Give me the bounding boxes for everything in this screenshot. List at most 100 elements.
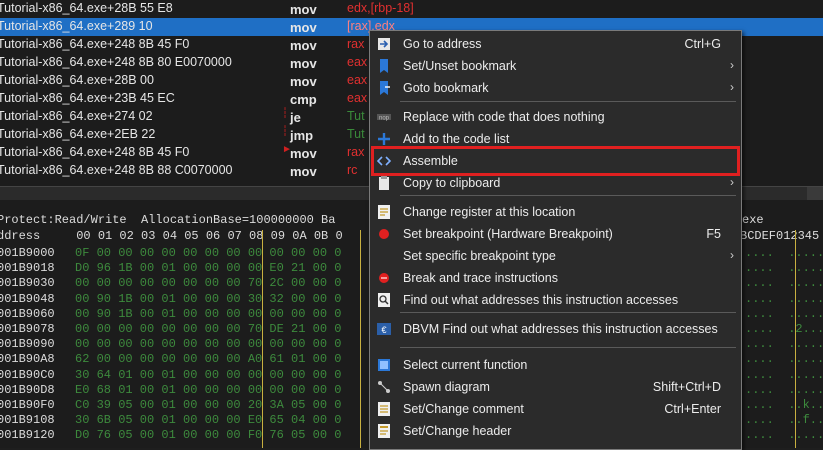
submenu-arrow-icon: › bbox=[730, 248, 734, 262]
hex-row-address: 001B90D8 bbox=[0, 382, 55, 397]
scrollbar[interactable] bbox=[807, 187, 823, 201]
submenu-arrow-icon: › bbox=[730, 175, 734, 189]
hex-row-ascii: .... ..... bbox=[745, 276, 823, 291]
instruction-operands: rax bbox=[347, 37, 365, 51]
hex-header-tail: BCDEF012345 bbox=[740, 229, 820, 243]
instruction-address: Tutorial-x86_64.exe+248 8B 80 E0070000 bbox=[0, 55, 232, 69]
hex-header: ddress 00 01 02 03 04 05 06 07 08 09 0A … bbox=[0, 229, 343, 243]
clipboard-icon bbox=[376, 175, 392, 191]
hex-row-ascii: .... ..... bbox=[745, 337, 823, 352]
menu-item-break-and-trace[interactable]: Break and trace instructions bbox=[370, 267, 741, 289]
menu-item-set-unset-bookmark[interactable]: Set/Unset bookmark › bbox=[370, 55, 741, 77]
menu-item-select-current-function[interactable]: Select current function bbox=[370, 354, 741, 376]
menu-item-find-addresses-accessed[interactable]: Find out what addresses this instruction… bbox=[370, 289, 741, 311]
jump-marker-icon: ┆ bbox=[282, 126, 289, 137]
instruction-address: Tutorial-x86_64.exe+289 10 bbox=[0, 19, 153, 33]
menu-item-set-hardware-breakpoint[interactable]: Set breakpoint (Hardware Breakpoint) F5 bbox=[370, 223, 741, 245]
hex-row-address: 001B9120 bbox=[0, 428, 55, 443]
hex-row-bytes: D0 76 05 00 01 00 00 00 F0 76 05 00 0 bbox=[75, 428, 342, 443]
instruction-operands: eax bbox=[347, 55, 368, 69]
instruction-opcode: mov bbox=[290, 164, 317, 179]
menu-item-set-change-header[interactable]: Set/Change header bbox=[370, 420, 741, 442]
hex-row-address: 001B90A8 bbox=[0, 352, 55, 367]
hex-row-ascii: .... ..... bbox=[745, 246, 823, 260]
hex-column-separator bbox=[262, 230, 263, 448]
instruction-operands: Tut bbox=[347, 127, 365, 141]
hex-row-address: 001B9000 bbox=[0, 246, 55, 260]
hex-row-bytes: E0 68 01 00 01 00 00 00 00 00 00 00 0 bbox=[75, 382, 342, 397]
menu-item-label: Add to the code list bbox=[403, 132, 510, 146]
select-function-icon bbox=[376, 357, 392, 373]
comment-icon bbox=[376, 401, 392, 417]
diagram-icon bbox=[376, 379, 392, 395]
menu-item-label: Copy to clipboard bbox=[403, 176, 501, 190]
hex-row-ascii: .... ..... bbox=[745, 261, 823, 276]
instruction-opcode: mov bbox=[290, 56, 317, 71]
hex-row-address: 001B9048 bbox=[0, 291, 55, 306]
hex-row-address: 001B9078 bbox=[0, 322, 55, 336]
submenu-arrow-icon: › bbox=[730, 80, 734, 94]
hex-row-bytes: 00 00 00 00 00 00 00 00 00 00 00 00 0 bbox=[75, 337, 342, 352]
instruction-address: Tutorial-x86_64.exe+248 8B 88 C0070000 bbox=[0, 163, 233, 177]
hex-row-bytes: 00 90 1B 00 01 00 00 00 30 32 00 00 0 bbox=[75, 291, 342, 306]
menu-item-dbvm-find-addresses[interactable]: € DBVM Find out what addresses this instr… bbox=[370, 318, 741, 340]
disasm-row[interactable]: Tutorial-x86_64.exe+28B 55 E8 mov edx,[rbp… bbox=[0, 0, 823, 18]
hex-row-ascii: .... ..... bbox=[745, 352, 823, 367]
menu-separator bbox=[400, 101, 736, 102]
instruction-operands: Tut bbox=[347, 109, 365, 123]
hex-row-address: 001B90C0 bbox=[0, 367, 55, 382]
instruction-opcode: mov bbox=[290, 74, 317, 89]
menu-item-label: Select current function bbox=[403, 358, 528, 372]
hex-row-ascii: .... ..... bbox=[745, 291, 823, 306]
instruction-operands: rc bbox=[347, 163, 358, 177]
menu-item-label: Change register at this location bbox=[403, 205, 576, 219]
menu-item-label: Set specific breakpoint type bbox=[403, 249, 556, 263]
hex-row-bytes: 62 00 00 00 00 00 00 00 A0 61 01 00 0 bbox=[75, 352, 342, 367]
jump-marker-icon: ┆ bbox=[282, 108, 289, 119]
menu-item-go-to-address[interactable]: Go to address Ctrl+G bbox=[370, 33, 741, 55]
hex-row-bytes: C0 39 05 00 01 00 00 00 20 3A 05 00 0 bbox=[75, 398, 342, 412]
hex-row-bytes: 00 00 00 00 00 00 00 00 70 2C 00 00 0 bbox=[75, 276, 342, 291]
hex-row-bytes: 00 90 1B 00 01 00 00 00 00 00 00 00 0 bbox=[75, 306, 342, 321]
hex-row-bytes: 30 64 01 00 01 00 00 00 00 00 00 00 0 bbox=[75, 367, 342, 382]
instruction-address: Tutorial-x86_64.exe+274 02 bbox=[0, 109, 153, 123]
instruction-operands: edx,[rbp-18] bbox=[347, 1, 414, 15]
hex-row-ascii: .... .2... bbox=[745, 322, 823, 336]
menu-separator bbox=[400, 347, 736, 348]
instruction-operands: eax bbox=[347, 73, 368, 87]
menu-item-label: Set breakpoint (Hardware Breakpoint) bbox=[403, 227, 613, 241]
hex-row-address: 001B9108 bbox=[0, 413, 55, 428]
menu-item-label: Spawn diagram bbox=[403, 380, 490, 394]
hex-row-ascii: .... ..... bbox=[745, 306, 823, 321]
instruction-address: Tutorial-x86_64.exe+248 8B 45 F0 bbox=[0, 37, 190, 51]
menu-item-label: Find out what addresses this instruction… bbox=[403, 293, 679, 307]
menu-item-shortcut: Ctrl+G bbox=[684, 37, 721, 51]
memory-info-tail: exe bbox=[742, 213, 764, 227]
menu-item-label: Break and trace instructions bbox=[403, 271, 558, 285]
instruction-operands: eax bbox=[347, 91, 368, 105]
context-menu: Go to address Ctrl+G Set/Unset bookmark › Go… bbox=[369, 30, 742, 450]
hex-row-bytes: 0F 00 00 00 00 00 00 00 00 00 00 00 0 bbox=[75, 246, 342, 260]
dbvm-icon: € bbox=[376, 321, 392, 337]
goto-bookmark-icon bbox=[376, 80, 392, 96]
menu-item-change-register[interactable]: Change register at this location bbox=[370, 201, 741, 223]
submenu-arrow-icon: › bbox=[730, 58, 734, 72]
instruction-opcode: jmp bbox=[290, 128, 314, 143]
menu-item-set-specific-breakpoint-type[interactable]: Set specific breakpoint type › bbox=[370, 245, 741, 267]
hex-row-address: 001B9090 bbox=[0, 337, 55, 352]
assemble-highlight-box bbox=[371, 146, 740, 176]
nop-icon: nop bbox=[376, 109, 392, 125]
plus-icon bbox=[376, 131, 392, 147]
menu-item-label: Go to address bbox=[403, 37, 482, 51]
menu-item-set-change-comment[interactable]: Set/Change comment Ctrl+Enter bbox=[370, 398, 741, 420]
menu-item-goto-bookmark[interactable]: Goto bookmark › bbox=[370, 77, 741, 99]
register-icon bbox=[376, 204, 392, 220]
jump-marker-icon: ► bbox=[282, 144, 292, 155]
menu-separator bbox=[400, 312, 736, 313]
menu-item-shortcut: Shift+Ctrl+D bbox=[652, 380, 721, 394]
menu-item-replace-with-nop[interactable]: nop Replace with code that does nothing bbox=[370, 106, 741, 128]
hex-row-bytes: D0 96 1B 00 01 00 00 00 00 E0 21 00 0 bbox=[75, 261, 342, 276]
menu-item-spawn-diagram[interactable]: Spawn diagram Shift+Ctrl+D bbox=[370, 376, 741, 398]
trace-icon bbox=[376, 270, 392, 286]
menu-item-label: Goto bookmark bbox=[403, 81, 489, 95]
